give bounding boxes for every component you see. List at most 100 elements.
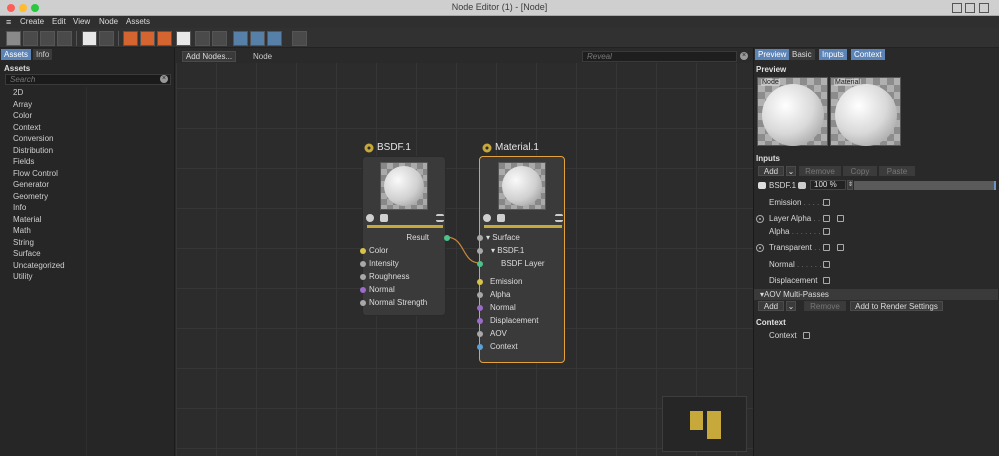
layout-list-icon[interactable] [123,31,138,46]
asset-category-item[interactable]: Material [13,214,65,226]
material-node[interactable]: ▾ Surface ▾ BSDF.1 BSDF Layer Emission A… [477,156,565,363]
menu-view[interactable]: View [73,17,90,26]
arrange-tool-icon[interactable] [195,31,210,46]
asset-category-item[interactable]: 2D [13,87,65,99]
transparent-extra-checkbox[interactable] [837,244,844,251]
asset-category-item[interactable]: Context [13,122,65,134]
solo-icon[interactable] [366,214,374,222]
bsdf-layer-input-port[interactable] [477,261,483,267]
bsdf-output-result[interactable]: Result [363,232,445,244]
frame-all-icon[interactable] [233,31,248,46]
tab-context[interactable]: Context [851,49,885,60]
normal-input-port[interactable] [360,287,366,293]
roughness-input-port[interactable] [360,274,366,280]
asset-category-item[interactable]: Utility [13,271,65,283]
menu-lines-icon[interactable] [555,214,563,222]
normal-input-port[interactable] [477,305,483,311]
material-input-aov[interactable]: AOV [490,328,507,340]
asset-category-item[interactable]: Uncategorized [13,260,65,272]
material-input-context[interactable]: Context [490,341,518,353]
ungroup-tool-icon[interactable] [40,31,55,46]
material-node-title[interactable]: Material.1 [495,142,539,153]
bsdf-node-title[interactable]: BSDF.1 [377,142,411,153]
material-input-displacement[interactable]: Displacement [490,315,538,327]
attribute-tool-icon[interactable] [292,31,307,46]
tab-preview[interactable]: Preview [755,49,790,60]
connection-wire[interactable] [176,48,753,456]
collapse-tool-icon[interactable] [57,31,72,46]
aov-section-header[interactable]: ▾AOV Multi-Passes [754,289,998,300]
layout-list-alt-icon[interactable] [140,31,155,46]
surface-input-port[interactable] [477,235,483,241]
aov-input-port[interactable] [477,331,483,337]
material-input-normal[interactable]: Normal [490,302,516,314]
tab-info[interactable]: Info [33,49,53,60]
align-tool-icon[interactable] [212,31,227,46]
image-icon[interactable] [380,214,388,222]
stepper-icon[interactable]: ⇕ [847,180,853,190]
play-icon[interactable] [176,31,191,46]
menu-lines-icon[interactable] [436,214,444,222]
aov-remove-button[interactable]: Remove [804,301,846,311]
emission-input-port[interactable] [477,279,483,285]
node-canvas[interactable]: Add Nodes... Node Reveal × BSDF.1 Result… [176,48,753,456]
asset-category-item[interactable]: Conversion [13,133,65,145]
asset-category-item[interactable]: String [13,237,65,249]
bsdf-strength-slider[interactable] [854,181,996,190]
bsdf-input-color[interactable]: Color [369,245,388,257]
aov-add-dropdown-chevron-icon[interactable]: ⌄ [786,301,796,311]
menu-create[interactable]: Create [20,17,44,26]
material-input-emission[interactable]: Emission [490,276,522,288]
layer-alpha-checkbox[interactable] [823,215,830,222]
asset-category-item[interactable]: Surface [13,248,65,260]
image-icon[interactable] [497,214,505,222]
frame-selected-icon[interactable] [250,31,265,46]
bsdf-input-normal-strength[interactable]: Normal Strength [369,297,427,309]
navigate-icon[interactable] [267,31,282,46]
layout-split-icon[interactable] [965,3,975,13]
displacement-checkbox[interactable] [823,277,830,284]
color-input-port[interactable] [360,248,366,254]
asset-category-item[interactable]: Geometry [13,191,65,203]
group-tool-icon[interactable] [23,31,38,46]
material-surface-group[interactable]: ▾ Surface [486,232,520,244]
asset-category-item[interactable]: Info [13,202,65,214]
menu-node[interactable]: Node [99,17,118,26]
alpha-input-port[interactable] [477,292,483,298]
asset-category-item[interactable]: Flow Control [13,168,65,180]
bsdf-group-port[interactable] [477,248,483,254]
tab-assets[interactable]: Assets [1,49,32,60]
normal-strength-input-port[interactable] [360,300,366,306]
bsdf-input-intensity[interactable]: Intensity [369,258,399,270]
normal-checkbox[interactable] [823,261,830,268]
tab-inputs[interactable]: Inputs [819,49,847,60]
bsdf-strength-field[interactable]: 100 % [810,180,846,190]
asset-category-item[interactable]: Distribution [13,145,65,157]
menu-assets[interactable]: Assets [126,17,150,26]
transparent-checkbox[interactable] [823,244,830,251]
result-output-port[interactable] [444,235,450,241]
canvas-minimap[interactable] [662,396,747,452]
hamburger-menu-icon[interactable]: ≡ [6,18,11,27]
asset-category-item[interactable]: Generator [13,179,65,191]
context-input-port[interactable] [477,344,483,350]
asset-category-item[interactable]: Color [13,110,65,122]
tab-basic[interactable]: Basic [789,49,815,60]
bsdf-node[interactable]: Result Color Intensity Roughness Normal … [360,156,450,316]
intensity-input-port[interactable] [360,261,366,267]
new-node-tool-icon[interactable] [6,31,21,46]
bsdf-input-roughness[interactable]: Roughness [369,271,409,283]
bsdf-input-normal[interactable]: Normal [369,284,395,296]
paste-input-button[interactable]: Paste [879,166,915,176]
copy-input-button[interactable]: Copy [843,166,877,176]
context-checkbox[interactable] [803,332,810,339]
link-arrow-icon[interactable] [798,182,806,189]
alpha-checkbox[interactable] [823,228,830,235]
aov-add-button[interactable]: Add [758,301,784,311]
material-input-alpha[interactable]: Alpha [490,289,510,301]
clear-search-icon[interactable]: × [160,75,168,83]
material-bsdf-group[interactable]: ▾ BSDF.1 [491,245,524,257]
emission-checkbox[interactable] [823,199,830,206]
remove-input-button[interactable]: Remove [799,166,841,176]
transparent-radio[interactable] [756,244,764,252]
